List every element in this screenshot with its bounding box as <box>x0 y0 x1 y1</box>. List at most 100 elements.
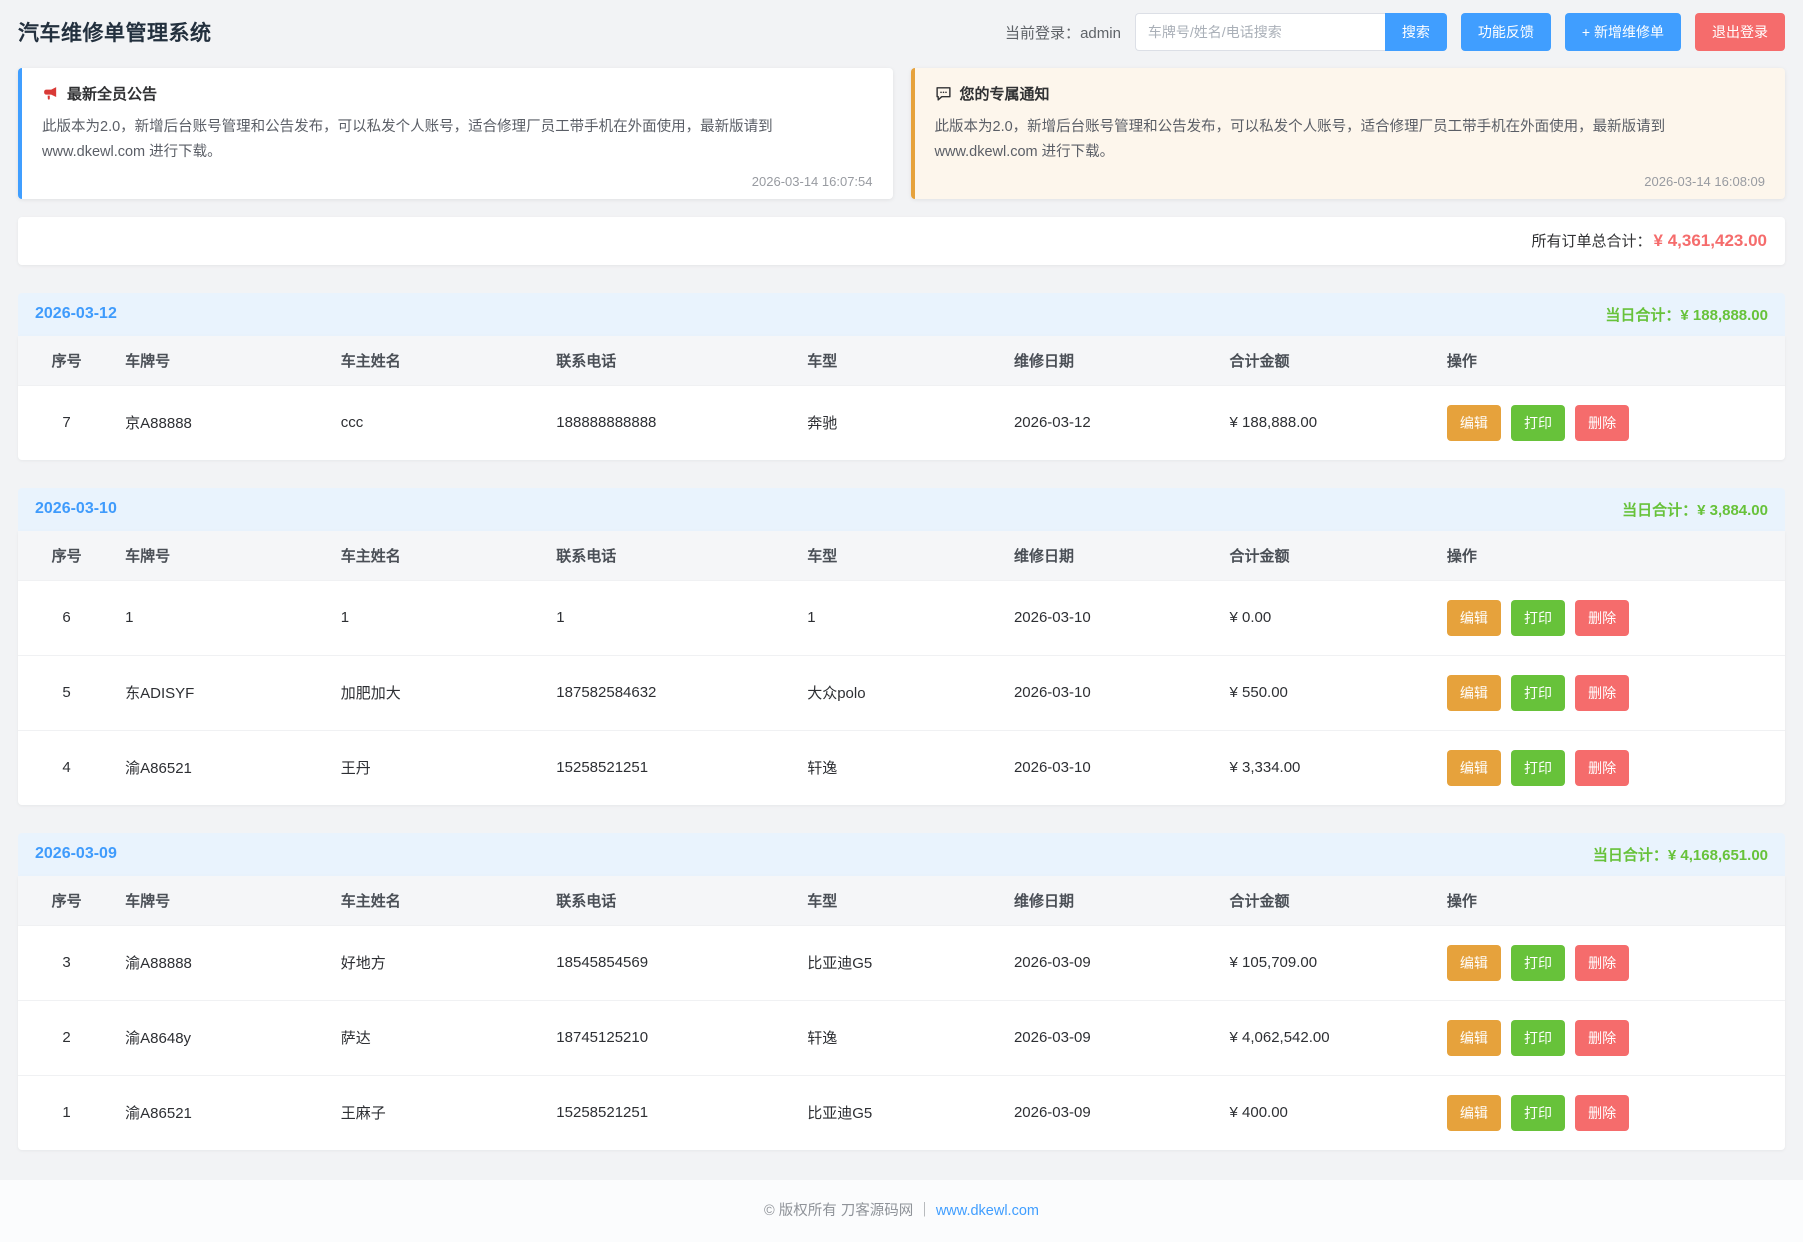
column-header: 合计金额 <box>1220 531 1437 581</box>
day-header: 2026-03-12 当日合计：¥ 188,888.00 <box>18 293 1785 336</box>
edit-button[interactable]: 编辑 <box>1447 675 1501 711</box>
column-header: 维修日期 <box>1004 531 1220 581</box>
column-header: 车型 <box>797 531 1004 581</box>
copyright-text: © 版权所有 刀客源码网 <box>764 1203 913 1219</box>
footer-separator: ｜ <box>917 1203 932 1219</box>
footer-link[interactable]: www.dkewl.com <box>936 1203 1039 1219</box>
table-header-row: 序号车牌号车主姓名联系电话车型维修日期合计金额操作 <box>18 876 1785 926</box>
column-header: 操作 <box>1437 336 1785 386</box>
column-header: 联系电话 <box>546 531 797 581</box>
day-header: 2026-03-09 当日合计：¥ 4,168,651.00 <box>18 833 1785 876</box>
page-title: 汽车维修单管理系统 <box>18 17 212 47</box>
search-input[interactable] <box>1135 13 1385 51</box>
logout-button[interactable]: 退出登录 <box>1695 13 1785 51</box>
cell-amount: ¥ 400.00 <box>1220 1075 1437 1150</box>
day-total: 当日合计：¥ 188,888.00 <box>1605 304 1768 325</box>
day-section: 2026-03-12 当日合计：¥ 188,888.00 序号车牌号车主姓名联系… <box>18 293 1785 460</box>
cell-date: 2026-03-09 <box>1004 925 1220 1000</box>
day-section: 2026-03-09 当日合计：¥ 4,168,651.00 序号车牌号车主姓名… <box>18 833 1785 1150</box>
add-repair-order-button[interactable]: + 新增维修单 <box>1565 13 1681 51</box>
cell-owner: 萨达 <box>331 1000 547 1075</box>
delete-button[interactable]: 删除 <box>1575 405 1629 441</box>
orders-total-amount: ¥ 4,361,423.00 <box>1654 231 1767 251</box>
search-group: 搜索 <box>1135 13 1447 51</box>
edit-button[interactable]: 编辑 <box>1447 405 1501 441</box>
day-total: 当日合计：¥ 4,168,651.00 <box>1593 844 1768 865</box>
cell-phone: 15258521251 <box>546 1075 797 1150</box>
cell-seq: 7 <box>18 385 115 460</box>
delete-button[interactable]: 删除 <box>1575 1020 1629 1056</box>
delete-button[interactable]: 删除 <box>1575 945 1629 981</box>
cell-actions: 编辑 打印 删除 <box>1437 655 1785 730</box>
cell-owner: 1 <box>331 580 547 655</box>
edit-button[interactable]: 编辑 <box>1447 1095 1501 1131</box>
print-button[interactable]: 打印 <box>1511 675 1565 711</box>
edit-button[interactable]: 编辑 <box>1447 750 1501 786</box>
column-header: 维修日期 <box>1004 336 1220 386</box>
column-header: 车牌号 <box>115 531 331 581</box>
cell-seq: 4 <box>18 730 115 805</box>
orders-total-label: 所有订单总合计： <box>1532 230 1652 251</box>
print-button[interactable]: 打印 <box>1511 750 1565 786</box>
cell-date: 2026-03-12 <box>1004 385 1220 460</box>
login-label: 当前登录： <box>1005 25 1080 42</box>
column-header: 序号 <box>18 336 115 386</box>
cell-actions: 编辑 打印 删除 <box>1437 925 1785 1000</box>
cell-model: 奔驰 <box>797 385 1004 460</box>
delete-button[interactable]: 删除 <box>1575 750 1629 786</box>
announcement-body: 此版本为2.0，新增后台账号管理和公告发布，可以私发个人账号，适合修理厂员工带手… <box>42 115 873 166</box>
cell-phone: 18545854569 <box>546 925 797 1000</box>
delete-button[interactable]: 删除 <box>1575 675 1629 711</box>
column-header: 联系电话 <box>546 876 797 926</box>
cell-amount: ¥ 105,709.00 <box>1220 925 1437 1000</box>
column-header: 车型 <box>797 876 1004 926</box>
edit-button[interactable]: 编辑 <box>1447 600 1501 636</box>
cell-date: 2026-03-10 <box>1004 730 1220 805</box>
edit-button[interactable]: 编辑 <box>1447 945 1501 981</box>
cell-actions: 编辑 打印 删除 <box>1437 730 1785 805</box>
orders-total-bar: 所有订单总合计： ¥ 4,361,423.00 <box>18 217 1785 265</box>
cell-plate: 京A88888 <box>115 385 331 460</box>
cell-actions: 编辑 打印 删除 <box>1437 1075 1785 1150</box>
cell-date: 2026-03-09 <box>1004 1000 1220 1075</box>
cell-seq: 6 <box>18 580 115 655</box>
orders-table-card: 序号车牌号车主姓名联系电话车型维修日期合计金额操作 7 京A88888 ccc … <box>18 336 1785 460</box>
notices-row: 最新全员公告 此版本为2.0，新增后台账号管理和公告发布，可以私发个人账号，适合… <box>18 68 1785 199</box>
speech-bubble-icon <box>935 85 952 102</box>
column-header: 合计金额 <box>1220 876 1437 926</box>
search-button[interactable]: 搜索 <box>1385 13 1447 51</box>
delete-button[interactable]: 删除 <box>1575 1095 1629 1131</box>
cell-plate: 渝A86521 <box>115 730 331 805</box>
edit-button[interactable]: 编辑 <box>1447 1020 1501 1056</box>
day-total: 当日合计：¥ 3,884.00 <box>1622 499 1768 520</box>
column-header: 车牌号 <box>115 876 331 926</box>
print-button[interactable]: 打印 <box>1511 945 1565 981</box>
feedback-button[interactable]: 功能反馈 <box>1461 13 1551 51</box>
cell-date: 2026-03-10 <box>1004 655 1220 730</box>
cell-model: 比亚迪G5 <box>797 1075 1004 1150</box>
cell-model: 1 <box>797 580 1004 655</box>
cell-amount: ¥ 0.00 <box>1220 580 1437 655</box>
day-total-amount: ¥ 4,168,651.00 <box>1668 847 1768 864</box>
day-header: 2026-03-10 当日合计：¥ 3,884.00 <box>18 488 1785 531</box>
cell-actions: 编辑 打印 删除 <box>1437 385 1785 460</box>
cell-seq: 1 <box>18 1075 115 1150</box>
print-button[interactable]: 打印 <box>1511 405 1565 441</box>
delete-button[interactable]: 删除 <box>1575 600 1629 636</box>
print-button[interactable]: 打印 <box>1511 1020 1565 1056</box>
column-header: 操作 <box>1437 876 1785 926</box>
table-row: 4 渝A86521 王丹 15258521251 轩逸 2026-03-10 ¥… <box>18 730 1785 805</box>
day-total-label: 当日合计： <box>1622 502 1697 519</box>
day-date: 2026-03-10 <box>35 500 117 518</box>
cell-plate: 渝A86521 <box>115 1075 331 1150</box>
announcement-timestamp: 2026-03-14 16:07:54 <box>42 166 873 189</box>
personal-notice-title: 您的专属通知 <box>935 83 1766 104</box>
cell-date: 2026-03-09 <box>1004 1075 1220 1150</box>
cell-model: 轩逸 <box>797 1000 1004 1075</box>
cell-seq: 3 <box>18 925 115 1000</box>
print-button[interactable]: 打印 <box>1511 600 1565 636</box>
orders-table-card: 序号车牌号车主姓名联系电话车型维修日期合计金额操作 3 渝A88888 好地方 … <box>18 876 1785 1150</box>
print-button[interactable]: 打印 <box>1511 1095 1565 1131</box>
personal-notice-timestamp: 2026-03-14 16:08:09 <box>935 166 1766 189</box>
cell-model: 轩逸 <box>797 730 1004 805</box>
